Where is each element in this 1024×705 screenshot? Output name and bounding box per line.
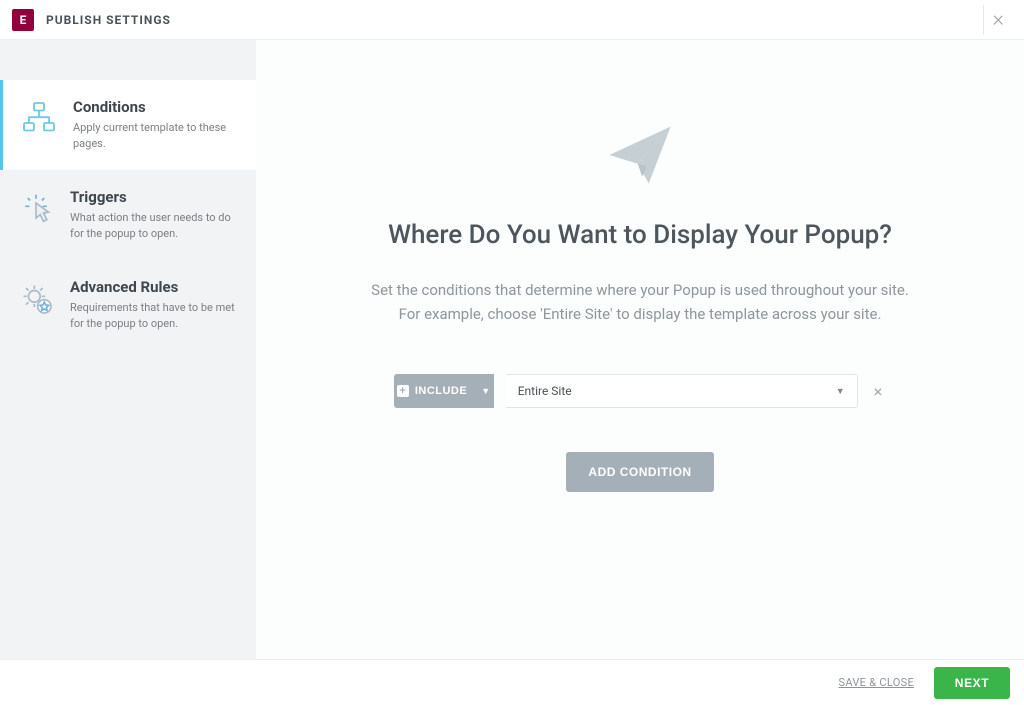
content-subtext: Set the conditions that determine where … [371, 278, 909, 326]
save-and-close-link[interactable]: SAVE & CLOSE [839, 676, 914, 689]
add-condition-button[interactable]: ADD CONDITION [566, 452, 713, 492]
sidebar-item-triggers[interactable]: Triggers What action the user needs to d… [0, 170, 256, 260]
include-label: INCLUDE [415, 385, 467, 397]
modal-title: PUBLISH SETTINGS [46, 13, 171, 27]
modal-header: E PUBLISH SETTINGS × [0, 0, 1024, 40]
modal-footer: SAVE & CLOSE NEXT [0, 659, 1024, 705]
condition-value: Entire Site [518, 384, 572, 398]
remove-condition-button[interactable]: × [870, 378, 887, 405]
sitemap-icon [19, 98, 59, 138]
sidebar-item-desc: Apply current template to these pages. [73, 120, 238, 152]
condition-row: + INCLUDE ▼ Entire Site ▼ × [394, 374, 887, 408]
paper-plane-icon [605, 120, 675, 190]
sidebar-item-label: Conditions [73, 98, 238, 116]
click-icon [16, 188, 56, 228]
next-button[interactable]: NEXT [934, 667, 1010, 699]
include-dropdown[interactable]: + INCLUDE ▼ [394, 374, 494, 408]
chevron-down-icon: ▼ [836, 386, 845, 397]
close-button[interactable]: × [983, 5, 1012, 35]
gear-star-icon [16, 278, 56, 318]
content-area: Where Do You Want to Display Your Popup?… [256, 40, 1024, 659]
sidebar-item-label: Triggers [70, 188, 238, 206]
subtext-line: Set the conditions that determine where … [371, 281, 909, 299]
sidebar-item-desc: What action the user needs to do for the… [70, 210, 238, 242]
sidebar-item-desc: Requirements that have to be met for the… [70, 300, 238, 332]
publish-settings-modal: E PUBLISH SETTINGS × Conditions Apply cu… [0, 0, 1024, 705]
subtext-line: For example, choose 'Entire Site' to dis… [399, 305, 882, 323]
sidebar-item-conditions[interactable]: Conditions Apply current template to the… [0, 80, 256, 170]
condition-select[interactable]: Entire Site ▼ [506, 374, 858, 408]
sidebar-item-label: Advanced Rules [70, 278, 238, 296]
modal-body: Conditions Apply current template to the… [0, 40, 1024, 659]
elementor-logo-icon: E [12, 9, 34, 31]
sidebar: Conditions Apply current template to the… [0, 40, 256, 659]
content-title: Where Do You Want to Display Your Popup? [388, 220, 892, 250]
sidebar-item-advanced-rules[interactable]: Advanced Rules Requirements that have to… [0, 260, 256, 350]
plus-icon: + [397, 385, 409, 397]
chevron-down-icon: ▼ [481, 386, 490, 396]
